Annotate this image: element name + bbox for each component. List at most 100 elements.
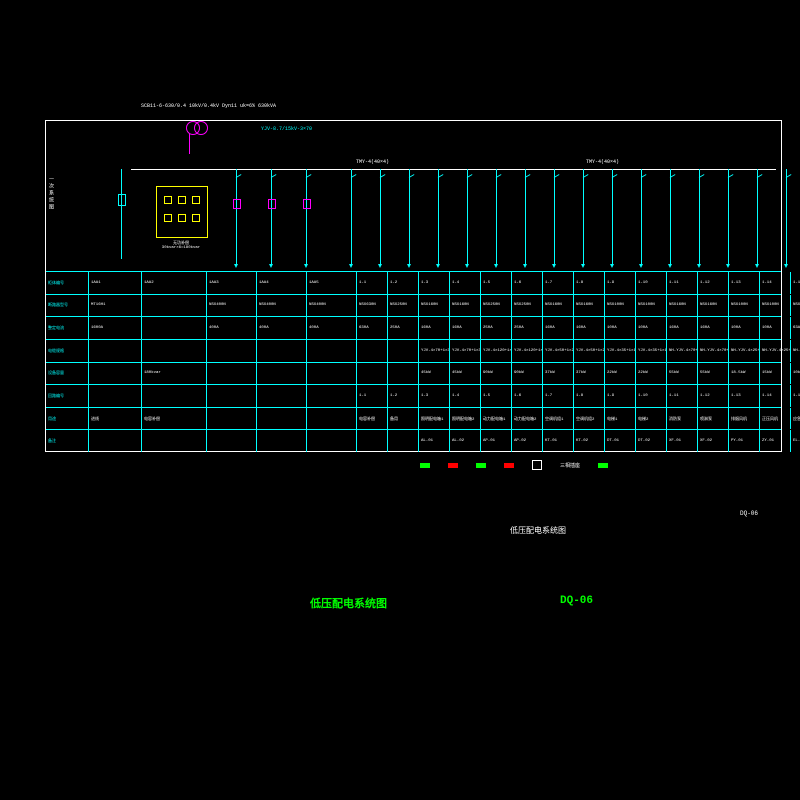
cell: 1-8 (574, 272, 605, 294)
cell: 1-7 (543, 385, 574, 407)
cell: 1-10 (636, 272, 667, 294)
cell: 160A (419, 317, 450, 339)
cell (207, 340, 257, 362)
cell: 250A (388, 317, 419, 339)
cell (357, 340, 388, 362)
cell: 400A (257, 317, 307, 339)
row-header: 回路编号 (46, 385, 89, 407)
cell: KT-01 (543, 430, 574, 452)
incomer-panel (111, 169, 131, 259)
cell: 空调机组2 (574, 408, 605, 430)
cell: NSX250N (388, 295, 419, 317)
cell: 160A (450, 317, 481, 339)
feeder (539, 169, 568, 271)
feeder (568, 169, 597, 271)
feeder (742, 169, 771, 271)
legend-swatch-green (476, 463, 486, 468)
circuit-table: 柜体编号1AA11AA21AA31AA41AA51-11-21-31-41-51… (46, 272, 781, 452)
feeder (655, 169, 684, 271)
cell: NSX100N (729, 295, 760, 317)
cell: 1-9 (605, 272, 636, 294)
cell: 1-14 (760, 272, 791, 294)
cell: 400A (207, 317, 257, 339)
row-header: 断路器型号 (46, 295, 89, 317)
cell: 照明配电箱2 (450, 408, 481, 430)
busbar-label-1: TMY-4(40×4) (356, 159, 389, 165)
cell: 250A (481, 317, 512, 339)
cell: 1-14 (760, 385, 791, 407)
cell (142, 385, 207, 407)
cell (388, 363, 419, 385)
feeder (336, 169, 365, 271)
cell: YJV-4×70+1×35 (450, 340, 481, 362)
cell: NSX400N (257, 295, 307, 317)
cell: 1-2 (388, 385, 419, 407)
cell: 100A (636, 317, 667, 339)
legend-swatch-green (598, 463, 608, 468)
table-row: 断路器型号MT16H1NSX400NNSX400NNSX400NNSX630NN… (46, 295, 781, 318)
cell: 160A (543, 317, 574, 339)
cell: YJV-4×120+1×70 (512, 340, 543, 362)
cell: 55kW (698, 363, 729, 385)
cell: 进线 (89, 408, 142, 430)
row-header: 用途 (46, 408, 89, 430)
cell: 1-1 (357, 385, 388, 407)
cell: NSX250N (512, 295, 543, 317)
cell: 1-5 (481, 385, 512, 407)
cell: 160A (698, 317, 729, 339)
cell: 1-6 (512, 272, 543, 294)
cell: ZY-01 (760, 430, 791, 452)
cell: 1AA4 (257, 272, 307, 294)
legend-swatch-box (532, 460, 542, 470)
cell: NSX160N (419, 295, 450, 317)
cell (307, 385, 357, 407)
transformer-label: SCB11-6-630/0.4 10kV/0.4kV Dyn11 uk=6% 6… (141, 103, 276, 109)
legend-swatch-red (448, 463, 458, 468)
cell: NSX400N (207, 295, 257, 317)
cell (142, 317, 207, 339)
cell: 18.5kW (729, 363, 760, 385)
feeder (481, 169, 510, 271)
cell: 排烟风机 (729, 408, 760, 430)
cell: 1AA2 (142, 272, 207, 294)
cell: YJV-4×70+1×35 (419, 340, 450, 362)
cell: YJV-4×50+1×25 (543, 340, 574, 362)
feeder (713, 169, 742, 271)
cell: 63A (791, 317, 800, 339)
cell: 1-4 (450, 385, 481, 407)
cell: NSX160N (450, 295, 481, 317)
cell: AP-01 (481, 430, 512, 452)
row-header: 设备容量 (46, 363, 89, 385)
cell: NSX100N (791, 295, 800, 317)
feeder (452, 169, 481, 271)
cell: 90kW (512, 363, 543, 385)
table-row: 备注AL-01AL-02AP-01AP-02KT-01KT-02DT-01DT-… (46, 430, 781, 452)
cell: 应急照明 (791, 408, 800, 430)
cell: MT16H1 (89, 295, 142, 317)
cell (388, 430, 419, 452)
cell: 1-10 (636, 385, 667, 407)
table-row: 电缆规格YJV-4×70+1×35YJV-4×70+1×35YJV-4×120+… (46, 340, 781, 363)
cell: 1-4 (450, 272, 481, 294)
cell: 1-13 (729, 385, 760, 407)
cell: 动力配电箱2 (512, 408, 543, 430)
feeder (510, 169, 539, 271)
cell: 动力配电箱1 (481, 408, 512, 430)
cable-label: YJV-8.7/15kV-3×70 (261, 126, 312, 132)
cell: 1-3 (419, 385, 450, 407)
cell: NSX100N (636, 295, 667, 317)
cell: 正压风机 (760, 408, 791, 430)
cell: 160A (667, 317, 698, 339)
cell: NSX100N (760, 295, 791, 317)
busbar-label-2: TMY-4(40×4) (586, 159, 619, 165)
feeder (597, 169, 626, 271)
cell: NH-YJV-4×25+1×16 (760, 340, 791, 362)
cell: DT-01 (605, 430, 636, 452)
cell: 45kW (450, 363, 481, 385)
cell: 电梯1 (605, 408, 636, 430)
cell: NH-YJV-4×16+1×10 (791, 340, 800, 362)
cell: 1-8 (574, 385, 605, 407)
cell: EL-01 (791, 430, 800, 452)
cell: 喷淋泵 (698, 408, 729, 430)
cell: YJV-4×35+1×16 (605, 340, 636, 362)
